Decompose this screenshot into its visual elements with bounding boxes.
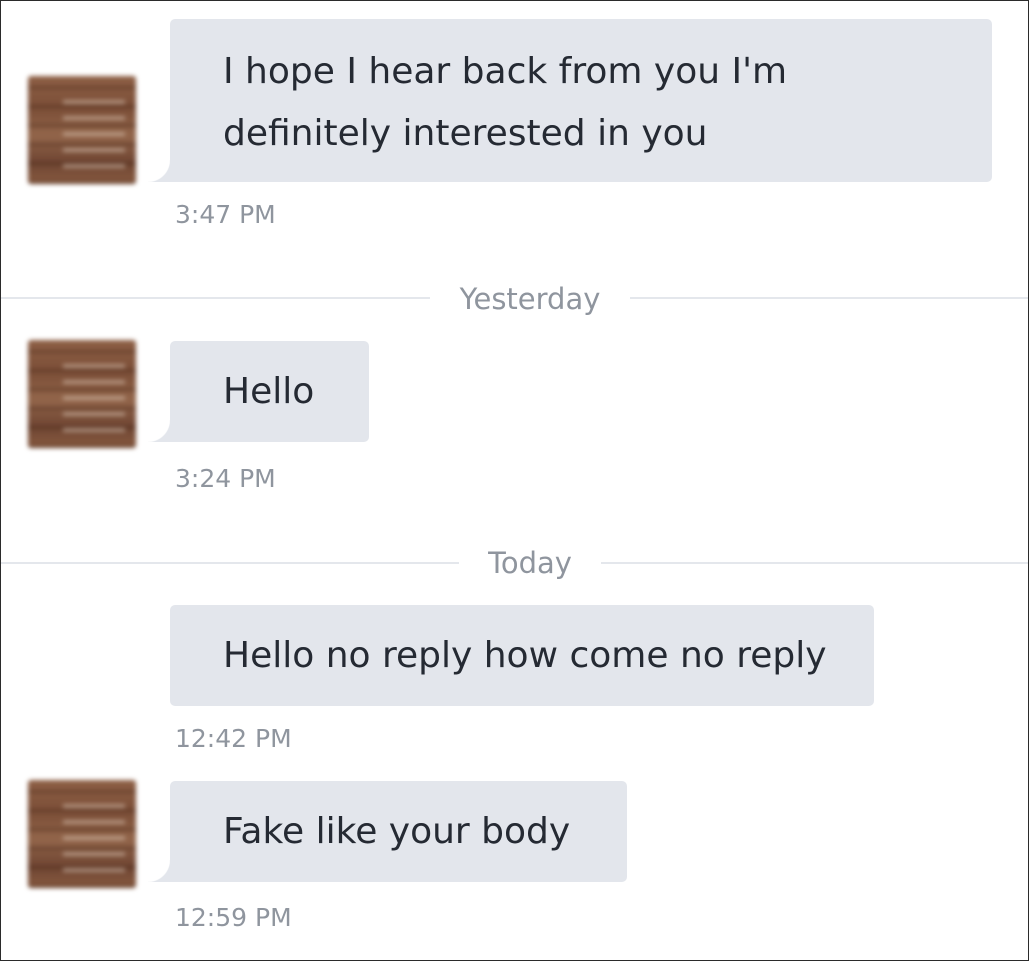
message-text: Hello (223, 371, 315, 412)
contact-avatar[interactable] (28, 340, 136, 448)
message-timestamp: 3:24 PM (175, 464, 276, 493)
message-text-line: definitely interested in you (223, 113, 708, 154)
message-bubble[interactable]: Hello no reply how come no reply (170, 605, 874, 706)
chat-thread: I hope I hear back from you I'm definite… (0, 0, 1029, 961)
contact-avatar[interactable] (28, 76, 136, 184)
message-text: Fake like your body (223, 811, 571, 852)
date-separator-yesterday: Yesterday (430, 282, 630, 316)
message-text-line: I hope I hear back from you I'm (223, 51, 788, 92)
message-bubble[interactable]: I hope I hear back from you I'm definite… (148, 19, 992, 182)
message-timestamp: 12:42 PM (175, 724, 292, 753)
message-timestamp: 3:47 PM (175, 200, 276, 229)
message-bubble[interactable]: Hello (148, 341, 369, 442)
message-bubble[interactable]: Fake like your body (148, 781, 627, 882)
date-separator-today: Today (459, 546, 601, 580)
message-text: Hello no reply how come no reply (223, 635, 827, 676)
message-timestamp: 12:59 PM (175, 903, 292, 932)
contact-avatar[interactable] (28, 780, 136, 888)
